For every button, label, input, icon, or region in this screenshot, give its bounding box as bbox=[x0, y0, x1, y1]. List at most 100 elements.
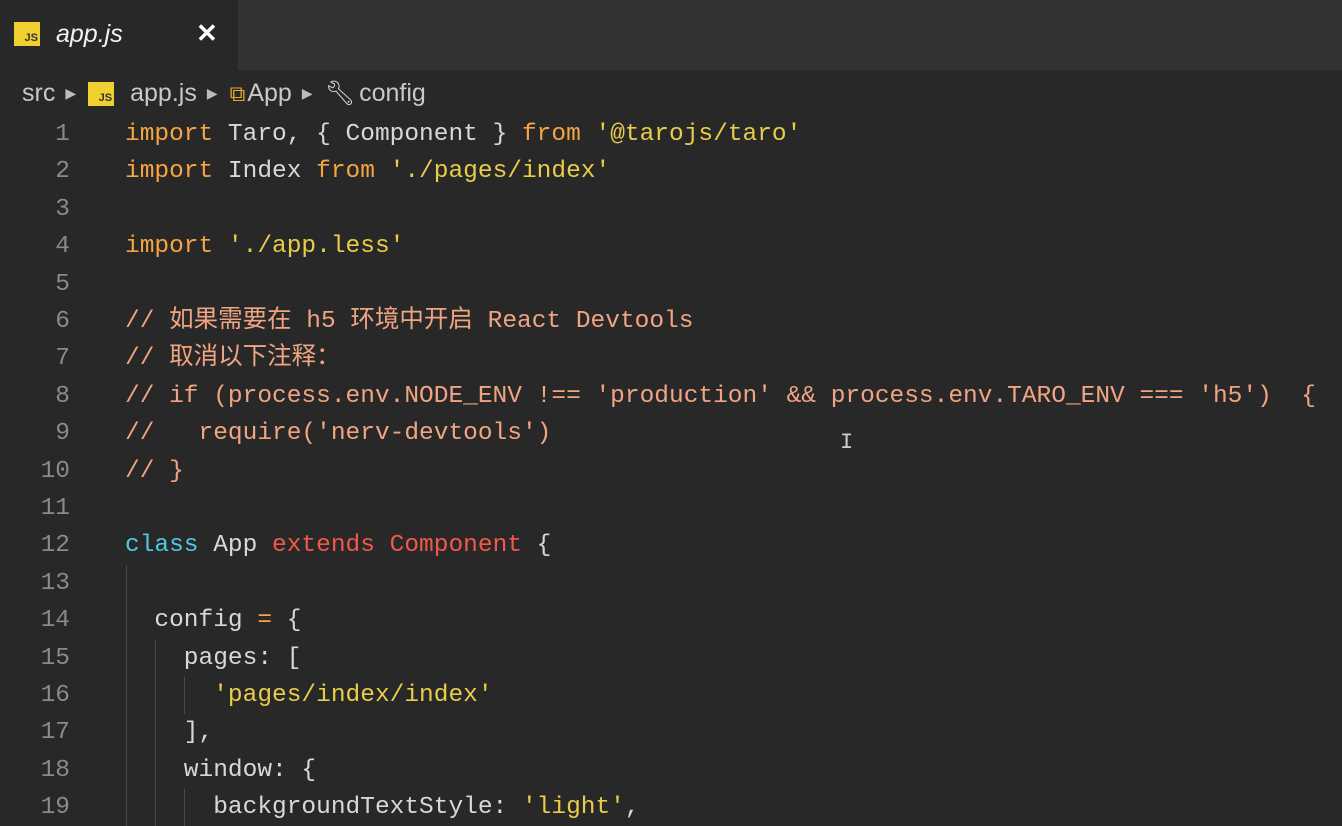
line-number: 11 bbox=[40, 495, 70, 522]
code-line[interactable]: 5 bbox=[0, 266, 1342, 303]
token-id: { bbox=[521, 532, 552, 560]
code-line[interactable]: 2 import Index from './pages/index' bbox=[0, 153, 1342, 190]
line-number: 18 bbox=[40, 756, 70, 784]
token-id: { bbox=[272, 607, 302, 635]
token-str: 'pages/index/index' bbox=[213, 682, 493, 709]
token-str: '@tarojs/taro' bbox=[595, 121, 802, 148]
code-line[interactable]: 6 // 如果需要在 h5 环境中开启 React Devtools bbox=[0, 303, 1342, 340]
token-id: window: { bbox=[125, 756, 317, 784]
line-number: 3 bbox=[55, 195, 70, 223]
code-line[interactable]: 16 'pages/index/index' bbox=[0, 677, 1342, 714]
code-line[interactable]: 9 // require('nerv-devtools') bbox=[0, 415, 1342, 452]
token-cls: class bbox=[125, 532, 199, 560]
token-kw: from bbox=[521, 121, 581, 148]
token-cmt: // 如果需要在 h5 环境中开启 React Devtools bbox=[125, 308, 694, 335]
code-line[interactable]: 17 ], bbox=[0, 714, 1342, 751]
token-cmt: // require('nerv-devtools') bbox=[125, 420, 552, 448]
code-line[interactable]: 8 // if (process.env.NODE_ENV !== 'produc… bbox=[0, 378, 1342, 415]
wrench-icon: 🔧︎ bbox=[324, 80, 356, 107]
line-number: 1 bbox=[55, 121, 70, 148]
code-text: config = { bbox=[125, 602, 301, 639]
code-line[interactable]: 4 import './app.less' bbox=[0, 228, 1342, 265]
code-line[interactable]: 7 // 取消以下注释： bbox=[0, 340, 1342, 377]
chevron-right-icon: ▶ bbox=[301, 85, 313, 101]
chevron-right-icon: ▶ bbox=[206, 85, 218, 101]
breadcrumb-app-js[interactable]: app.js bbox=[130, 79, 197, 108]
code-text: ], bbox=[125, 714, 213, 751]
token-cmt: // } bbox=[125, 457, 184, 485]
line-number: 13 bbox=[40, 569, 70, 597]
line-number: 16 bbox=[40, 682, 70, 709]
token-id bbox=[581, 121, 596, 148]
breadcrumb-src[interactable]: src bbox=[22, 79, 55, 108]
class-icon: ⧉ bbox=[229, 80, 246, 106]
token-op: = bbox=[257, 607, 273, 635]
token-id bbox=[125, 682, 213, 709]
breadcrumb-app[interactable]: App bbox=[247, 79, 291, 108]
token-id: App bbox=[198, 532, 273, 560]
code-line[interactable]: 14 config = { bbox=[0, 602, 1342, 639]
line-number: 8 bbox=[55, 382, 70, 410]
chevron-right-icon: ▶ bbox=[65, 85, 77, 101]
code-line[interactable]: 15 pages: [ bbox=[0, 640, 1342, 677]
code-text: import './app.less' bbox=[125, 228, 404, 265]
token-cmt: // if (process.env.NODE_ENV !== 'product… bbox=[125, 382, 1316, 410]
token-id: pages: [ bbox=[125, 644, 302, 672]
code-line[interactable]: 12 class App extends Component { bbox=[0, 527, 1342, 564]
code-text: // if (process.env.NODE_ENV !== 'product… bbox=[125, 378, 1316, 415]
token-kw: from bbox=[316, 158, 375, 186]
text-cursor-icon: I bbox=[840, 430, 854, 455]
token-ext: extends bbox=[272, 532, 375, 560]
tab-label: app.js bbox=[56, 20, 123, 48]
code-line[interactable]: 3 bbox=[0, 191, 1342, 228]
token-cmt: // 取消以下注释： bbox=[125, 345, 341, 373]
code-text: class App extends Component { bbox=[125, 527, 551, 564]
breadcrumb-config[interactable]: config bbox=[359, 79, 426, 108]
line-number: 17 bbox=[40, 719, 70, 747]
line-number: 19 bbox=[40, 794, 70, 822]
token-str: 'light' bbox=[521, 794, 625, 822]
line-number: 10 bbox=[40, 457, 70, 485]
js-file-icon: JS bbox=[88, 81, 115, 106]
code-line[interactable]: 18 window: { bbox=[0, 752, 1342, 789]
code-text: backgroundTextStyle: 'light', bbox=[125, 789, 640, 826]
token-ext: Component bbox=[389, 532, 522, 560]
breadcrumb: src ▶ JS app.js ▶ ⧉ App ▶ 🔧︎ config bbox=[0, 70, 1342, 117]
code-line[interactable]: 11 bbox=[0, 490, 1342, 527]
token-str: './pages/index' bbox=[389, 158, 611, 186]
code-text: 'pages/index/index' bbox=[125, 677, 493, 714]
code-editor[interactable]: 1 import Taro, { Component } from '@taroj… bbox=[0, 115, 1342, 826]
token-id bbox=[375, 532, 390, 559]
code-text: import Taro, { Component } from '@tarojs… bbox=[125, 116, 801, 153]
line-number: 15 bbox=[40, 644, 70, 672]
token-id bbox=[375, 158, 390, 185]
code-line[interactable]: 10 // } bbox=[0, 453, 1342, 490]
token-id: ], bbox=[125, 719, 214, 747]
tab-app-js[interactable]: JS app.js ✕ bbox=[0, 0, 238, 70]
code-text: pages: [ bbox=[125, 640, 302, 677]
line-number: 14 bbox=[40, 607, 70, 635]
line-number: 12 bbox=[40, 532, 70, 560]
code-line[interactable]: 1 import Taro, { Component } from '@taroj… bbox=[0, 116, 1342, 153]
line-number: 4 bbox=[55, 233, 70, 261]
code-line[interactable]: 19 backgroundTextStyle: 'light', bbox=[0, 789, 1342, 826]
tab-bar: JS app.js ✕ bbox=[0, 0, 1342, 70]
code-text: import Index from './pages/index' bbox=[125, 153, 610, 190]
line-number: 7 bbox=[55, 345, 70, 373]
close-tab-button[interactable]: ✕ bbox=[196, 18, 218, 49]
token-id: , bbox=[624, 794, 640, 822]
token-kw: import bbox=[125, 158, 214, 186]
line-number: 6 bbox=[55, 308, 70, 335]
token-id: Index bbox=[213, 158, 317, 186]
token-str: './app.less' bbox=[227, 233, 405, 261]
code-line[interactable]: 13 bbox=[0, 565, 1342, 602]
js-file-icon: JS bbox=[14, 22, 40, 46]
token-id: Taro, { Component } bbox=[213, 121, 522, 148]
line-number: 9 bbox=[55, 420, 70, 448]
token-kw: import bbox=[125, 121, 214, 148]
token-kw: import bbox=[125, 233, 214, 261]
token-id: backgroundTextStyle: bbox=[125, 794, 522, 822]
code-text: // } bbox=[125, 453, 184, 490]
token-id bbox=[213, 233, 228, 260]
code-text: // require('nerv-devtools') bbox=[125, 415, 551, 452]
